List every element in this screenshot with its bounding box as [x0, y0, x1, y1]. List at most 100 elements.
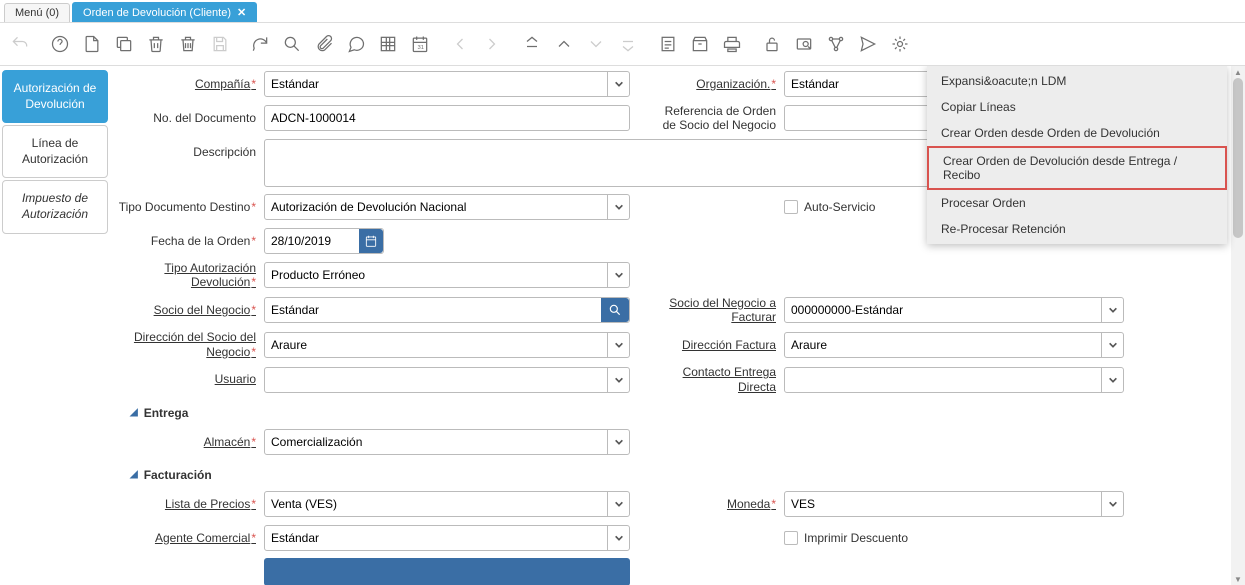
scrollbar[interactable]: ▲ ▼	[1231, 66, 1245, 585]
chevron-down-icon[interactable]	[607, 72, 629, 96]
section-entrega-label: Entrega	[144, 406, 189, 420]
chevron-down-icon[interactable]	[1101, 368, 1123, 392]
delete-icon[interactable]	[144, 32, 168, 56]
ctx-crear-orden-devolucion-desde-entrega[interactable]: Crear Orden de Devolución desde Entrega …	[927, 146, 1227, 190]
down-icon[interactable]	[584, 32, 608, 56]
prev-icon[interactable]	[448, 32, 472, 56]
tab-active-label: Orden de Devolución (Cliente)	[83, 7, 231, 19]
chat-icon[interactable]	[344, 32, 368, 56]
label-socio-facturar: Socio del Negocio a Facturar	[654, 296, 784, 325]
label-referencia: Referencia de Orden de Socio del Negocio	[654, 104, 784, 133]
tab-menu[interactable]: Menú (0)	[4, 3, 70, 22]
chevron-down-icon[interactable]	[607, 195, 629, 219]
calendar-icon[interactable]: 31	[408, 32, 432, 56]
checkbox-box	[784, 200, 798, 214]
caret-icon: ◢	[130, 469, 138, 480]
section-entrega[interactable]: ◢ Entrega	[130, 406, 1233, 420]
undo-icon[interactable]	[8, 32, 32, 56]
label-direccion-factura: Dirección Factura	[654, 338, 784, 352]
direccion-factura-input[interactable]	[784, 332, 1124, 358]
ctx-reprocesar-retencion[interactable]: Re-Procesar Retención	[927, 216, 1227, 242]
tipoaut-input[interactable]	[264, 262, 630, 288]
workflow-icon[interactable]	[824, 32, 848, 56]
lock-icon[interactable]	[760, 32, 784, 56]
ctx-copiar-lineas[interactable]: Copiar Líneas	[927, 94, 1227, 120]
ctx-procesar-orden[interactable]: Procesar Orden	[927, 190, 1227, 216]
socio-input[interactable]	[264, 297, 630, 323]
sidebar-item-label: Impuesto de Autorización	[22, 191, 88, 221]
compania-input[interactable]	[264, 71, 630, 97]
autoservicio-checkbox[interactable]: Auto-Servicio	[784, 200, 875, 214]
ctx-expansion-ldm[interactable]: Expansi&oacute;n LDM	[927, 68, 1227, 94]
imprimir-descuento-checkbox[interactable]: Imprimir Descuento	[784, 531, 908, 545]
credit-button[interactable]	[264, 558, 630, 585]
section-facturacion[interactable]: ◢ Facturación	[130, 468, 1233, 482]
label-tipodoc: Tipo Documento Destino*	[114, 200, 264, 214]
sidebar: Autorización de Devolución Línea de Auto…	[0, 66, 110, 585]
last-icon[interactable]	[616, 32, 640, 56]
request-icon[interactable]	[856, 32, 880, 56]
zoom-icon[interactable]	[792, 32, 816, 56]
chevron-down-icon[interactable]	[607, 368, 629, 392]
label-descripcion: Descripción	[114, 139, 264, 159]
almacen-input[interactable]	[264, 429, 630, 455]
sidebar-item-label: Línea de Autorización	[22, 136, 88, 166]
scroll-down-icon[interactable]: ▼	[1231, 573, 1245, 585]
report-icon[interactable]	[656, 32, 680, 56]
contacto-input[interactable]	[784, 367, 1124, 393]
chevron-down-icon[interactable]	[1101, 333, 1123, 357]
delete-all-icon[interactable]	[176, 32, 200, 56]
help-icon[interactable]	[48, 32, 72, 56]
chevron-down-icon[interactable]	[607, 526, 629, 550]
product-icon[interactable]	[888, 32, 912, 56]
chevron-down-icon[interactable]	[607, 333, 629, 357]
tab-menu-label: Menú (0)	[15, 7, 59, 19]
label-usuario: Usuario	[114, 372, 264, 386]
archive-icon[interactable]	[688, 32, 712, 56]
ctx-crear-orden-desde-devolucion[interactable]: Crear Orden desde Orden de Devolución	[927, 120, 1227, 146]
socio-facturar-input[interactable]	[784, 297, 1124, 323]
direccion-input[interactable]	[264, 332, 630, 358]
refresh-icon[interactable]	[248, 32, 272, 56]
sidebar-item-autorizacion[interactable]: Autorización de Devolución	[2, 70, 108, 123]
label-lista: Lista de Precios*	[114, 497, 264, 511]
calendar-icon[interactable]	[359, 229, 383, 253]
save-icon[interactable]	[208, 32, 232, 56]
print-icon[interactable]	[720, 32, 744, 56]
copy-icon[interactable]	[112, 32, 136, 56]
lista-input[interactable]	[264, 491, 630, 517]
chevron-down-icon[interactable]	[1101, 492, 1123, 516]
chevron-down-icon[interactable]	[607, 430, 629, 454]
usuario-input[interactable]	[264, 367, 630, 393]
section-facturacion-label: Facturación	[144, 468, 212, 482]
label-socio: Socio del Negocio*	[114, 303, 264, 317]
first-icon[interactable]	[520, 32, 544, 56]
tipodoc-input[interactable]	[264, 194, 630, 220]
tab-active[interactable]: Orden de Devolución (Cliente) ✕	[72, 2, 257, 22]
caret-icon: ◢	[130, 407, 138, 418]
label-direccion: Dirección del Socio del Negocio*	[114, 330, 264, 359]
grid-icon[interactable]	[376, 32, 400, 56]
label-compania: Compañía*	[114, 77, 264, 91]
numdoc-input[interactable]	[264, 105, 630, 131]
up-icon[interactable]	[552, 32, 576, 56]
search-icon[interactable]	[601, 298, 629, 322]
find-icon[interactable]	[280, 32, 304, 56]
chevron-down-icon[interactable]	[607, 492, 629, 516]
moneda-input[interactable]	[784, 491, 1124, 517]
label-moneda: Moneda*	[654, 497, 784, 511]
attachment-icon[interactable]	[312, 32, 336, 56]
close-icon[interactable]: ✕	[237, 6, 246, 19]
agente-input[interactable]	[264, 525, 630, 551]
sidebar-item-linea[interactable]: Línea de Autorización	[2, 125, 108, 178]
scrollbar-thumb[interactable]	[1233, 78, 1243, 238]
label-fecha: Fecha de la Orden*	[114, 234, 264, 248]
scroll-up-icon[interactable]: ▲	[1231, 66, 1245, 78]
new-icon[interactable]	[80, 32, 104, 56]
checkbox-box	[784, 531, 798, 545]
chevron-down-icon[interactable]	[607, 263, 629, 287]
chevron-down-icon[interactable]	[1101, 298, 1123, 322]
next-icon[interactable]	[480, 32, 504, 56]
sidebar-item-impuesto[interactable]: Impuesto de Autorización	[2, 180, 108, 233]
label-organizacion: Organización.*	[654, 77, 784, 91]
